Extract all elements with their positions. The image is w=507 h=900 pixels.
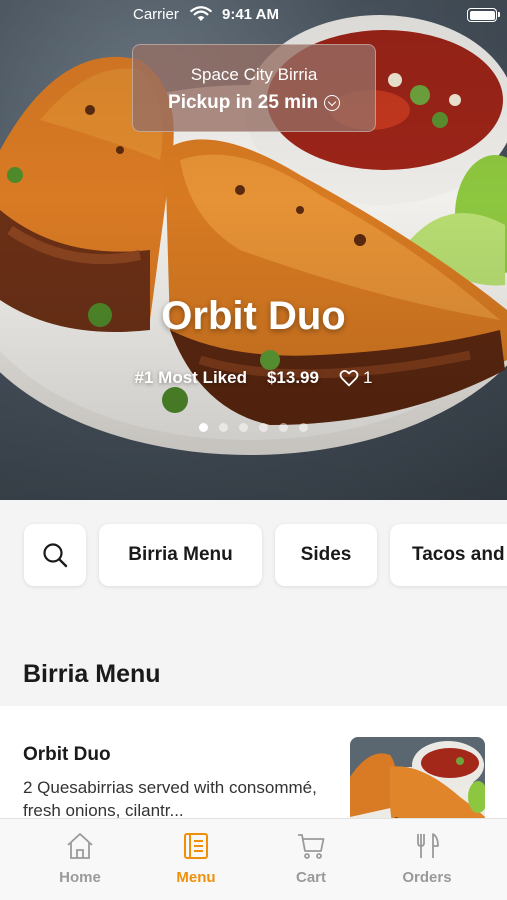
carousel-dot[interactable] <box>219 423 228 432</box>
section-heading: Birria Menu <box>23 660 161 688</box>
like-count: 1 <box>362 368 373 387</box>
pickup-eta: Pickup in 25 min <box>168 92 318 113</box>
menu-item-name: Orbit Duo <box>23 744 111 765</box>
tab-label: Orders <box>402 869 452 886</box>
carousel-dot[interactable] <box>279 423 288 432</box>
tab-bar: Home Menu Cart Orders <box>0 818 507 900</box>
tab-label: Home <box>59 869 101 886</box>
tab-home[interactable]: Home <box>30 831 130 886</box>
carrier-label: Carrier <box>133 6 179 23</box>
status-bar: Carrier 9:41 AM <box>0 0 507 30</box>
fork-knife-icon <box>417 833 439 858</box>
home-icon <box>67 833 93 859</box>
heart-icon <box>339 369 359 387</box>
tab-cart[interactable]: Cart <box>261 831 361 886</box>
pickup-location-selector[interactable]: Space City Birria Pickup in 25 min <box>132 44 376 132</box>
hero-banner[interactable]: Carrier 9:41 AM Space City Birria Pickup… <box>0 0 507 500</box>
cart-icon <box>298 834 325 859</box>
tab-label: Menu <box>176 869 216 886</box>
featured-item-meta: #1 Most Liked $13.99 1 <box>0 368 507 388</box>
chevron-down-circle-icon <box>323 95 340 111</box>
featured-tag: #1 Most Liked <box>134 368 247 387</box>
clock: 9:41 AM <box>222 6 279 23</box>
like-button[interactable]: 1 <box>339 368 372 388</box>
featured-item-title: Orbit Duo <box>161 294 346 338</box>
carousel-dot[interactable] <box>259 423 268 432</box>
wifi-icon <box>190 6 212 27</box>
search-icon <box>43 543 68 568</box>
battery-icon <box>467 8 500 22</box>
tab-orders[interactable]: Orders <box>377 831 477 886</box>
carousel-dot[interactable] <box>299 423 308 432</box>
search-button[interactable] <box>24 524 86 586</box>
category-chip-sides[interactable]: Sides <box>275 524 377 586</box>
menu-item-card[interactable]: Orbit Duo 2 Quesabirrias served with con… <box>0 706 507 832</box>
category-chip-birria-menu[interactable]: Birria Menu <box>99 524 262 586</box>
store-name: Space City Birria <box>190 65 318 84</box>
menu-book-icon <box>184 833 208 859</box>
menu-item-description: 2 Quesabirrias served with consommé, fre… <box>23 778 317 820</box>
tab-menu[interactable]: Menu <box>146 831 246 886</box>
tab-label: Cart <box>295 869 326 886</box>
category-chip-bar[interactable]: Birria Menu Sides Tacos and <box>0 500 507 615</box>
category-chip-tacos[interactable]: Tacos and <box>390 524 507 586</box>
carousel-dot[interactable] <box>199 423 208 432</box>
carousel-dot[interactable] <box>239 423 248 432</box>
featured-price: $13.99 <box>266 368 319 387</box>
carousel-indicator[interactable] <box>0 423 507 432</box>
